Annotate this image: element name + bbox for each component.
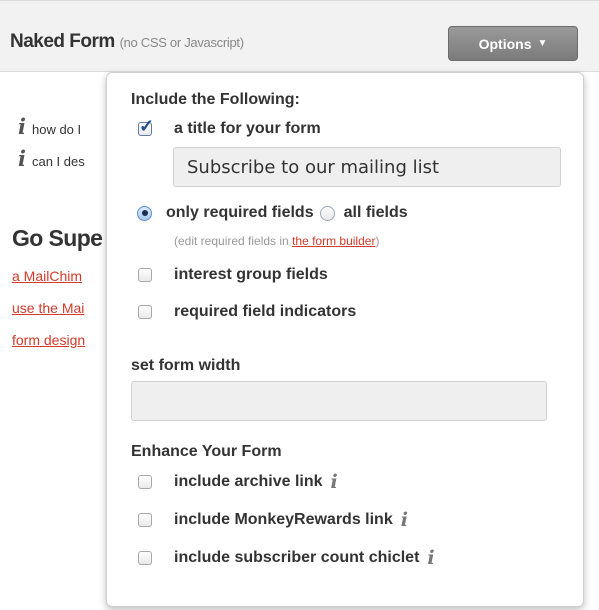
- interest-group-checkbox[interactable]: [138, 268, 152, 282]
- form-builder-link[interactable]: the form builder: [292, 234, 375, 248]
- options-button-label: Options: [478, 35, 532, 52]
- background-link[interactable]: a MailChim: [12, 268, 82, 284]
- chevron-down-icon: ▼: [537, 38, 548, 49]
- background-link[interactable]: use the Mai: [12, 300, 84, 316]
- options-button[interactable]: Options ▼: [448, 26, 578, 61]
- required-indicators-checkbox[interactable]: [138, 305, 152, 319]
- width-heading: set form width: [131, 357, 241, 374]
- help-item-text: how do I: [31, 122, 82, 137]
- info-icon: i: [18, 146, 26, 171]
- monkeyrewards-label: include MonkeyRewards link: [174, 511, 393, 528]
- all-fields-label: all fields: [343, 204, 408, 221]
- enhance-heading: Enhance Your Form: [131, 443, 282, 460]
- required-indicators-label: required field indicators: [174, 303, 357, 320]
- page-title-text: Naked Form: [10, 31, 115, 52]
- monkeyrewards-checkbox[interactable]: [138, 513, 152, 527]
- help-item-text: can I des: [31, 154, 85, 169]
- archive-link-checkbox[interactable]: [138, 475, 152, 489]
- archive-link-option[interactable]: include archive link i: [138, 471, 338, 493]
- fields-radio-group: only required fields all fields: [137, 204, 408, 222]
- monkeyrewards-option[interactable]: include MonkeyRewards link i: [138, 509, 408, 531]
- note-prefix: (edit required fields in: [174, 234, 293, 248]
- required-fields-radio[interactable]: [137, 205, 152, 221]
- form-title-input[interactable]: Subscribe to our mailing list: [173, 147, 561, 187]
- background-link[interactable]: form design: [12, 332, 85, 348]
- help-item[interactable]: i can I des: [18, 146, 85, 171]
- subscriber-chiclet-label: include subscriber count chiclet: [174, 549, 420, 566]
- info-icon[interactable]: i: [427, 547, 434, 569]
- help-item[interactable]: i how do I: [18, 114, 81, 139]
- info-icon[interactable]: i: [331, 471, 338, 493]
- info-icon[interactable]: i: [401, 509, 408, 531]
- subscriber-chiclet-option[interactable]: include subscriber count chiclet i: [138, 547, 435, 569]
- archive-link-label: include archive link: [174, 473, 323, 490]
- form-header: Naked Form (no CSS or Javascript) Option…: [0, 0, 599, 72]
- include-heading: Include the Following:: [131, 91, 300, 108]
- title-checkbox[interactable]: ✓: [138, 116, 154, 136]
- required-fields-note: (edit required fields in the form builde…: [174, 234, 379, 248]
- section-heading: Go Supe: [12, 225, 103, 251]
- page-title: Naked Form (no CSS or Javascript): [10, 31, 244, 53]
- checkmark-icon: ✓: [139, 116, 155, 136]
- form-width-input[interactable]: [131, 381, 547, 421]
- interest-group-option[interactable]: interest group fields: [138, 266, 328, 284]
- subscriber-chiclet-checkbox[interactable]: [138, 551, 152, 565]
- required-indicators-option[interactable]: required field indicators: [138, 303, 356, 321]
- all-fields-radio[interactable]: [319, 205, 335, 221]
- radio-dot-icon: [141, 210, 148, 216]
- page-subtitle: (no CSS or Javascript): [119, 35, 244, 50]
- required-fields-label: only required fields: [166, 204, 314, 221]
- title-option[interactable]: ✓ a title for your form: [138, 116, 321, 138]
- interest-group-label: interest group fields: [174, 266, 328, 283]
- options-dropdown: Include the Following: ✓ a title for you…: [106, 72, 584, 607]
- note-suffix: ): [375, 234, 380, 248]
- title-option-label: a title for your form: [174, 120, 321, 137]
- info-icon: i: [18, 114, 26, 139]
